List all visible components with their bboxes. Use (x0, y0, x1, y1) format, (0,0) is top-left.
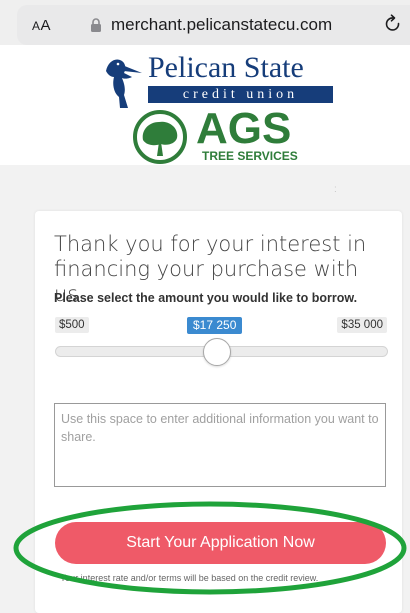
divider-dot: : (334, 184, 337, 195)
slider-max-label: $35 000 (337, 317, 387, 333)
ags-logo: AGS TREE SERVICES (130, 104, 310, 166)
additional-info-input[interactable] (54, 403, 386, 487)
text-size-button[interactable]: AA (32, 17, 51, 34)
disclaimer-text: Your interest rate and/or terms will be … (60, 573, 319, 583)
amount-slider-handle[interactable] (202, 338, 231, 366)
pelican-logo-tagline: credit union (148, 86, 333, 103)
start-application-button[interactable]: Start Your Application Now (55, 522, 386, 564)
lock-icon (91, 18, 101, 32)
pelican-logo-name: Pelican State (148, 51, 304, 84)
ags-logo-name: AGS (196, 104, 292, 153)
amount-prompt: Please select the amount you would like … (54, 291, 358, 305)
pelican-state-logo: Pelican State credit union (102, 53, 342, 108)
url-text[interactable]: merchant.pelicanstatecu.com (111, 15, 332, 35)
reload-icon[interactable] (384, 14, 402, 34)
slider-value-badge: $17 250 (187, 317, 243, 334)
pelican-bird-icon (106, 59, 142, 108)
ags-logo-tagline: TREE SERVICES (202, 149, 298, 163)
page: AA merchant.pelicanstatecu.com Pelican S… (0, 0, 410, 613)
tree-icon (133, 110, 187, 164)
slider-min-label: $500 (55, 317, 89, 333)
address-bar[interactable]: AA merchant.pelicanstatecu.com (17, 5, 410, 45)
